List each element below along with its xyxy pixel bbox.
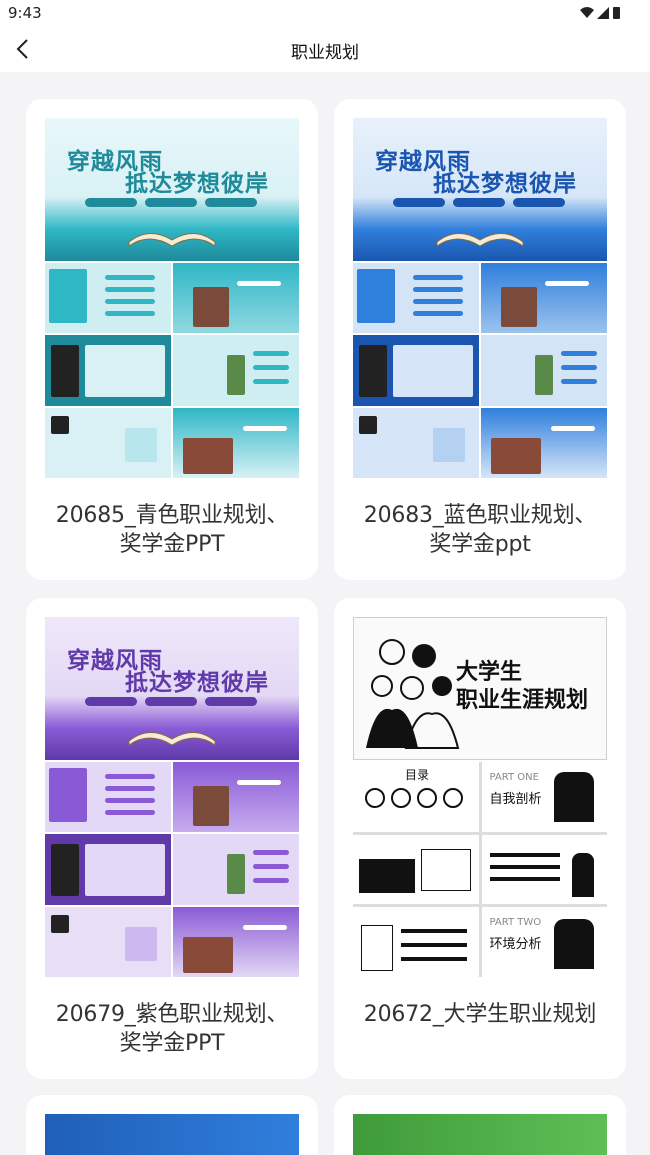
cover-title-line2: 职业生涯规划 xyxy=(456,688,589,713)
card-title-line2: 奖学金PPT xyxy=(119,532,225,557)
app-bar: 职业规划 xyxy=(0,26,650,72)
status-bar: 9:43 xyxy=(0,0,650,26)
book-icon xyxy=(436,233,524,247)
card-title-line1: 20685_青色职业规划、 xyxy=(55,503,289,528)
part-label: PART TWO xyxy=(489,917,542,929)
cover-slide: 穿越风雨 抵达梦想彼岸 xyxy=(353,118,607,261)
people-illustration xyxy=(366,639,460,749)
slide-grid xyxy=(45,263,299,478)
cover-slide: 大学生 职业生涯规划 xyxy=(353,617,607,760)
card-title: 20685_青色职业规划、 奖学金PPT xyxy=(36,501,308,559)
cover-slide: 穿越风雨 抵达梦想彼岸 xyxy=(45,617,299,760)
template-thumbnail: 穿越风雨 抵达梦想彼岸 xyxy=(45,617,299,977)
card-title: 20672_大学生职业规划 xyxy=(344,1000,616,1029)
template-card-partial[interactable] xyxy=(26,1095,318,1155)
slide-grid xyxy=(45,762,299,977)
template-thumbnail: 穿越风雨 抵达梦想彼岸 xyxy=(353,118,607,478)
card-title-line2: 奖学金ppt xyxy=(429,532,531,557)
book-icon xyxy=(128,233,216,247)
card-title-line1: 20672_大学生职业规划 xyxy=(363,1002,597,1027)
part-title: 环境分析 xyxy=(489,937,542,953)
slide-grid: 目录 PART ONE 自我剖析 PART TWO 环境分析 xyxy=(353,762,607,977)
status-icons xyxy=(580,7,620,19)
toc-label: 目录 xyxy=(405,768,430,782)
template-thumbnail: 大学生 职业生涯规划 目录 PART ONE 自我剖析 PART TWO 环境分… xyxy=(353,617,607,977)
card-title-line1: 20683_蓝色职业规划、 xyxy=(363,503,597,528)
template-thumbnail xyxy=(353,1114,607,1155)
template-thumbnail: 穿越风雨 抵达梦想彼岸 xyxy=(45,118,299,478)
template-card[interactable]: 穿越风雨 抵达梦想彼岸 xyxy=(26,99,318,580)
slide-grid xyxy=(353,263,607,478)
cover-title-line2: 抵达梦想彼岸 xyxy=(433,170,577,197)
template-card-partial[interactable] xyxy=(334,1095,626,1155)
battery-icon xyxy=(613,7,620,19)
page-title: 职业规划 xyxy=(291,43,359,63)
card-title: 20679_紫色职业规划、 奖学金PPT xyxy=(36,1000,308,1058)
card-title-line2: 奖学金PPT xyxy=(119,1031,225,1056)
part-label: PART ONE xyxy=(489,772,539,783)
wifi-icon xyxy=(580,7,594,18)
card-title: 20683_蓝色职业规划、 奖学金ppt xyxy=(344,501,616,559)
template-card[interactable]: 穿越风雨 抵达梦想彼岸 xyxy=(26,598,318,1079)
signal-icon xyxy=(597,7,609,19)
cover-title-line2: 抵达梦想彼岸 xyxy=(125,170,269,197)
status-time: 9:43 xyxy=(8,4,42,22)
cover-slide: 穿越风雨 抵达梦想彼岸 xyxy=(45,118,299,261)
part-title: 自我剖析 xyxy=(489,792,542,807)
card-title-line1: 20679_紫色职业规划、 xyxy=(55,1002,289,1027)
template-card[interactable]: 大学生 职业生涯规划 目录 PART ONE 自我剖析 PART TWO 环境分… xyxy=(334,598,626,1079)
template-thumbnail xyxy=(45,1114,299,1155)
cover-title-line2: 抵达梦想彼岸 xyxy=(125,669,269,696)
template-card[interactable]: 穿越风雨 抵达梦想彼岸 xyxy=(334,99,626,580)
book-icon xyxy=(128,732,216,746)
